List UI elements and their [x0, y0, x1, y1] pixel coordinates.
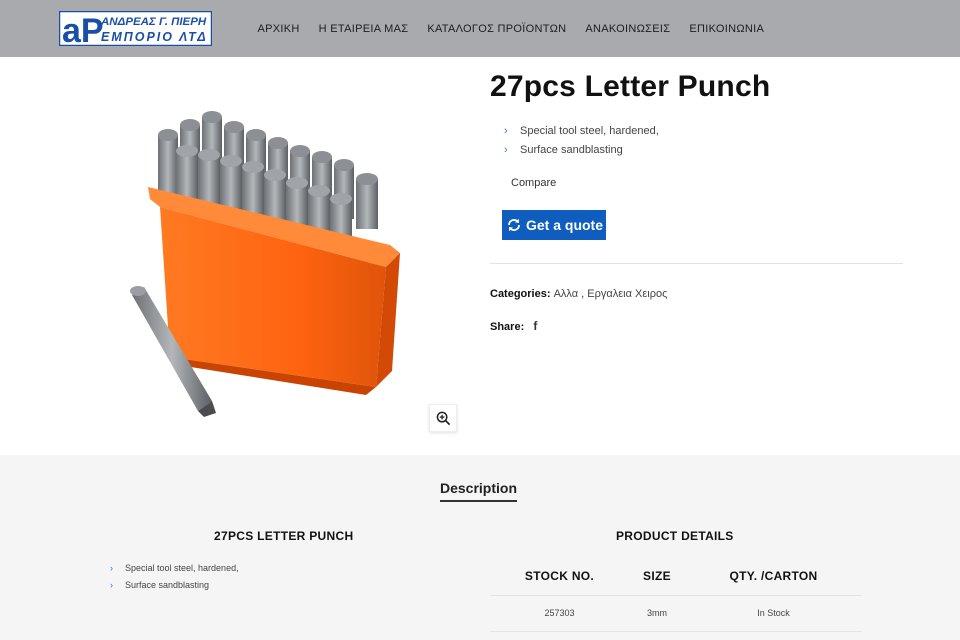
category-link[interactable]: Εργαλεια Χειρος [587, 288, 667, 300]
nav-announcements[interactable]: ΑΝΑΚΟΙΝΩΣΕΙΣ [585, 23, 670, 35]
zoom-button[interactable] [429, 404, 457, 432]
divider [490, 263, 903, 264]
main-nav: ΑΡΧΙΚΗ Η ΕΤΑΙΡΕΙΑ ΜΑΣ ΚΑΤΑΛΟΓΟΣ ΠΡΟΪΟΝΤΩ… [248, 0, 774, 57]
company-logo[interactable]: aP ΑΝΔΡΕΑΣ Γ. ΠΙΕΡΗ ΕΜΠΟΡΙΟ ΛΤΔ [59, 11, 212, 46]
get-quote-button[interactable]: Get a quote [502, 210, 606, 240]
column-header: SIZE [628, 558, 685, 596]
size-cell: 3mm [628, 595, 685, 632]
column-header: STOCK NO. [490, 558, 629, 596]
chevron-right-icon: › [504, 143, 508, 156]
product-details-table: STOCK NO. SIZE QTY. /CARTON 257303 3mm I… [490, 558, 862, 632]
table-row: 257303 3mm In Stock [490, 595, 862, 632]
list-item: › Surface sandblasting [110, 579, 210, 590]
logo-mark: aP [62, 12, 104, 46]
chevron-right-icon: › [110, 562, 113, 573]
zoom-in-icon [436, 411, 450, 425]
refresh-icon [508, 218, 520, 232]
product-details-title: PRODUCT DETAILS [616, 529, 734, 543]
product-tabs-section: Description 27PCS LETTER PUNCH › Special … [0, 455, 960, 640]
share-row: Share: f [490, 319, 537, 333]
list-item: › Special tool steel, hardened, [110, 562, 239, 573]
compare-link[interactable]: Compare [511, 177, 556, 189]
nav-contact[interactable]: ΕΠΙΚΟΙΝΩΝΙΑ [689, 23, 764, 35]
logo-line1: ΑΝΔΡΕΑΣ Γ. ΠΙΕΡΗ [100, 16, 207, 28]
product-image[interactable] [100, 95, 430, 425]
site-header: aP ΑΝΔΡΕΑΣ Γ. ΠΙΕΡΗ ΕΜΠΟΡΙΟ ΛΤΔ ΑΡΧΙΚΗ Η… [0, 0, 960, 57]
get-quote-label: Get a quote [526, 217, 604, 233]
chevron-right-icon: › [110, 579, 113, 590]
tab-description[interactable]: Description [440, 480, 518, 502]
nav-home[interactable]: ΑΡΧΙΚΗ [258, 23, 300, 35]
feature-list: › Special tool steel, hardened, › Surface … [504, 121, 659, 159]
share-label: Share: [490, 321, 525, 333]
nav-catalog[interactable]: ΚΑΤΑΛΟΓΟΣ ΠΡΟΪΟΝΤΩΝ [427, 23, 566, 35]
facebook-icon[interactable]: f [533, 319, 537, 333]
column-header: QTY. /CARTON [685, 558, 862, 596]
table-header-row: STOCK NO. SIZE QTY. /CARTON [490, 558, 862, 596]
description-title: 27PCS LETTER PUNCH [214, 529, 354, 543]
qty-cell: In Stock [685, 595, 862, 632]
category-link[interactable]: Αλλα [554, 288, 579, 300]
chevron-right-icon: › [504, 124, 508, 137]
categories-row: Categories: Αλλα , Εργαλεια Χειρος [490, 288, 668, 300]
feature-item: › Surface sandblasting [504, 143, 623, 156]
logo-line2: ΕΜΠΟΡΙΟ ΛΤΔ [101, 30, 208, 44]
categories-label: Categories: [490, 288, 551, 300]
product-title: 27pcs Letter Punch [490, 70, 771, 103]
description-list: › Special tool steel, hardened, › Surface … [110, 559, 239, 593]
stock-no-cell: 257303 [490, 595, 629, 632]
feature-item: › Special tool steel, hardened, [504, 124, 659, 137]
nav-company[interactable]: Η ΕΤΑΙΡΕΙΑ ΜΑΣ [319, 23, 409, 35]
